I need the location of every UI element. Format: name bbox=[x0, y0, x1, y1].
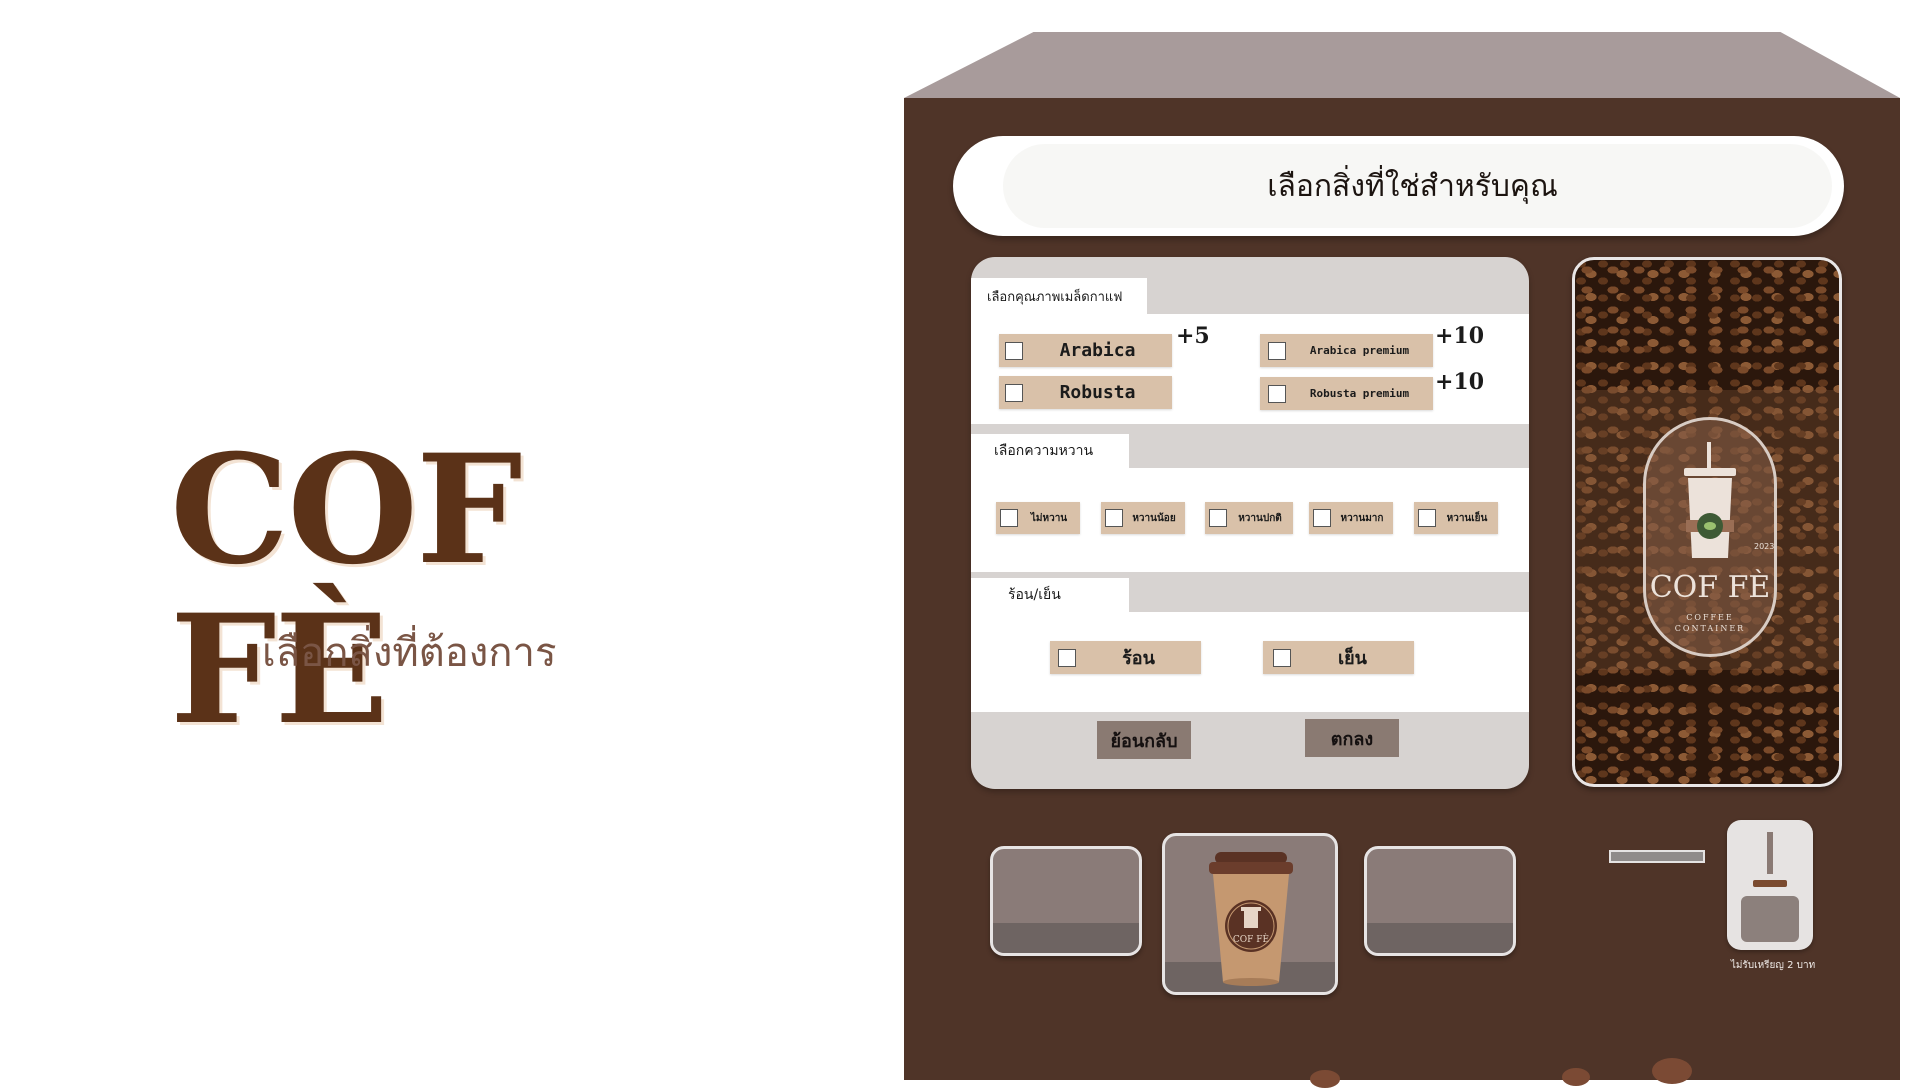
checkbox[interactable] bbox=[1273, 648, 1291, 667]
price-robusta-premium: +10 bbox=[1435, 369, 1485, 395]
checkbox[interactable] bbox=[1105, 509, 1123, 527]
option-hot[interactable]: ร้อน bbox=[1050, 641, 1201, 674]
tab-temperature: ร้อน/เย็น bbox=[971, 578, 1129, 612]
back-button[interactable]: ย้อนกลับ bbox=[1097, 721, 1191, 759]
coin-slit[interactable] bbox=[1767, 832, 1773, 874]
option-label: Arabica bbox=[1059, 340, 1136, 361]
coin-box bbox=[1727, 820, 1813, 950]
machine-roof bbox=[904, 32, 1900, 98]
confirm-button[interactable]: ตกลง bbox=[1305, 719, 1399, 757]
coffee-bean-icon bbox=[1652, 1058, 1692, 1084]
emblem-title: COF FÈ bbox=[1649, 570, 1771, 605]
option-label: หวานปกติ bbox=[1238, 512, 1282, 524]
emblem-subtitle: COFFEE CONTAINER bbox=[1646, 612, 1774, 634]
tab-bean-quality: เลือกคุณภาพเมล็ดกาแฟ bbox=[971, 278, 1147, 314]
option-robusta-premium[interactable]: Robusta premium bbox=[1260, 377, 1433, 410]
option-no-sugar[interactable]: ไม่หวาน bbox=[996, 502, 1080, 534]
option-normal-sugar[interactable]: หวานปกติ bbox=[1205, 502, 1293, 534]
coffee-bean-icon bbox=[1310, 1070, 1340, 1088]
coffee-cup-icon: COF FÈ bbox=[1209, 852, 1293, 986]
coin-note: ไม่รับเหรียญ 2 บาท bbox=[1730, 960, 1816, 971]
option-label: Robusta bbox=[1059, 382, 1136, 403]
option-label: ไม่หวาน bbox=[1030, 512, 1068, 524]
option-label: Robusta premium bbox=[1309, 387, 1410, 400]
coin-return[interactable] bbox=[1741, 896, 1799, 942]
coin-indicator bbox=[1753, 880, 1787, 887]
checkbox[interactable] bbox=[1000, 509, 1018, 527]
checkbox[interactable] bbox=[1058, 648, 1076, 667]
option-label: เย็น bbox=[1337, 648, 1367, 669]
checkbox[interactable] bbox=[1005, 341, 1023, 360]
card-slot[interactable] bbox=[1609, 850, 1705, 863]
option-label: หวานน้อย bbox=[1132, 512, 1176, 524]
emblem-year: 2023 bbox=[1754, 542, 1775, 551]
brand-title: COF FÈ bbox=[170, 422, 523, 758]
option-label: หวานเย็น bbox=[1446, 512, 1488, 524]
cof-fe-emblem: 2023 COF FÈ COFFEE CONTAINER bbox=[1643, 417, 1777, 657]
option-robusta[interactable]: Robusta bbox=[999, 376, 1172, 409]
checkbox[interactable] bbox=[1418, 509, 1436, 527]
option-extra-sugar[interactable]: หวานมาก bbox=[1309, 502, 1393, 534]
dispense-slot-center[interactable]: COF FÈ bbox=[1162, 833, 1338, 995]
option-label: หวานมาก bbox=[1340, 512, 1384, 524]
dispense-slot-right[interactable] bbox=[1364, 846, 1516, 956]
coffee-bean-icon bbox=[1562, 1068, 1590, 1086]
selection-panel: เลือกคุณภาพเมล็ดกาแฟ Arabica +5 Robusta … bbox=[971, 257, 1529, 789]
dispense-slot-left[interactable] bbox=[990, 846, 1142, 956]
brand-subtitle: เลือกสิ่งที่ต้องการ bbox=[262, 630, 557, 676]
cup-logo-text: COF FÈ bbox=[1233, 933, 1269, 945]
checkbox[interactable] bbox=[1313, 509, 1331, 527]
header-title: เลือกสิ่งที่ใช่สำหรับคุณ bbox=[1267, 168, 1558, 204]
option-arabica[interactable]: Arabica bbox=[999, 334, 1172, 367]
price-arabica-premium: +10 bbox=[1435, 323, 1485, 349]
option-sweet-cold[interactable]: หวานเย็น bbox=[1414, 502, 1498, 534]
price-arabica: +5 bbox=[1176, 323, 1210, 349]
machine-header: เลือกสิ่งที่ใช่สำหรับคุณ bbox=[953, 136, 1844, 236]
checkbox[interactable] bbox=[1005, 383, 1023, 402]
option-cold[interactable]: เย็น bbox=[1263, 641, 1414, 674]
tab-sweetness: เลือกความหวาน bbox=[971, 434, 1129, 468]
checkbox[interactable] bbox=[1268, 341, 1286, 360]
slot-floor bbox=[1367, 923, 1513, 953]
checkbox[interactable] bbox=[1268, 384, 1286, 403]
emblem-subtitle-line1: COFFEE bbox=[1686, 613, 1734, 622]
coffee-bean-window: 2023 COF FÈ COFFEE CONTAINER bbox=[1572, 257, 1842, 787]
option-less-sugar[interactable]: หวานน้อย bbox=[1101, 502, 1185, 534]
emblem-subtitle-line2: CONTAINER bbox=[1674, 624, 1746, 633]
slot-floor bbox=[993, 923, 1139, 953]
checkbox[interactable] bbox=[1209, 509, 1227, 527]
option-arabica-premium[interactable]: Arabica premium bbox=[1260, 334, 1433, 367]
option-label: ร้อน bbox=[1122, 648, 1155, 669]
option-label: Arabica premium bbox=[1309, 344, 1410, 357]
